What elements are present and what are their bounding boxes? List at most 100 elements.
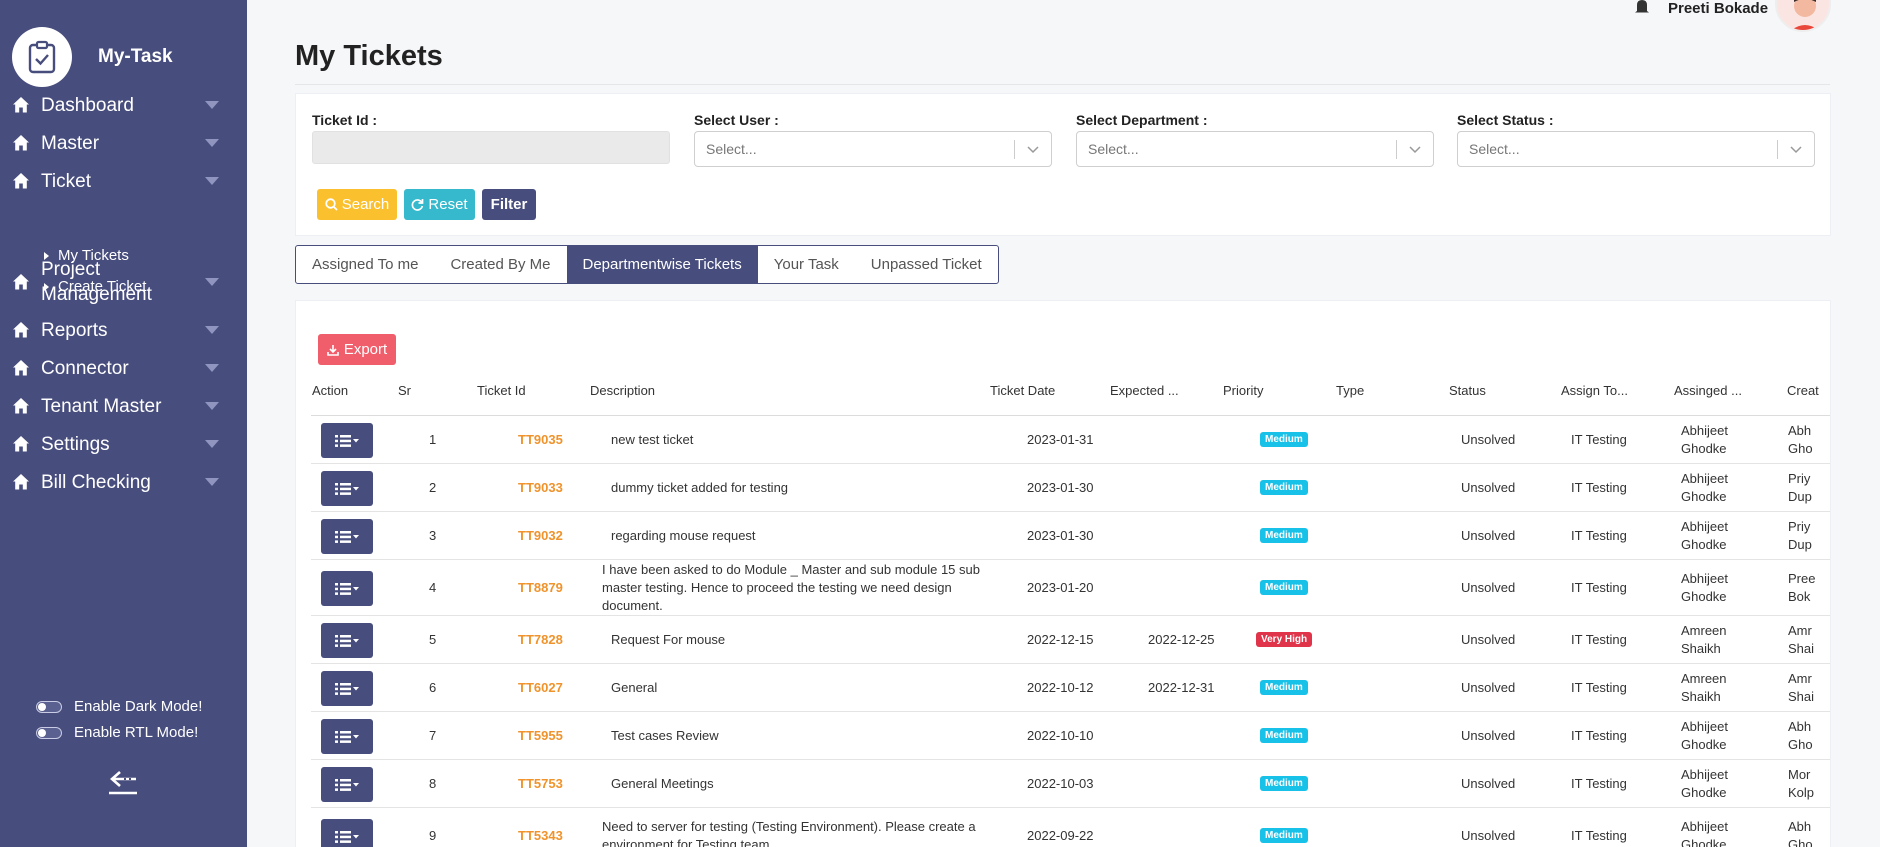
user-name[interactable]: Preeti Bokade <box>1668 0 1768 17</box>
column-header[interactable]: Type <box>1336 383 1364 398</box>
row-action-button[interactable] <box>321 471 373 506</box>
row-action-button[interactable] <box>321 623 373 658</box>
home-icon <box>13 97 29 113</box>
row-status: Unsolved <box>1461 632 1516 647</box>
home-icon <box>13 436 29 452</box>
status-select[interactable]: Select... <box>1457 131 1815 167</box>
column-header[interactable]: Ticket Id <box>477 383 526 398</box>
tab-created-by-me[interactable]: Created By Me <box>434 246 566 283</box>
ticket-id-link[interactable]: TT7828 <box>518 632 563 647</box>
column-header[interactable]: Creat <box>1787 383 1819 398</box>
search-button[interactable]: Search <box>317 189 397 220</box>
table-row: 9 TT5343 Need to server for testing (Testi… <box>311 808 1830 847</box>
clipboard-check-icon <box>12 27 72 87</box>
list-icon <box>335 730 359 743</box>
dark-mode-toggle[interactable] <box>36 700 62 713</box>
priority-badge: Very High <box>1256 632 1313 647</box>
sidebar-item-dashboard[interactable]: Dashboard <box>0 93 247 117</box>
sidebar-subitem-create-ticket[interactable]: Create Ticket <box>0 271 146 302</box>
column-header[interactable]: Expected ... <box>1110 383 1179 398</box>
collapse-sidebar-icon[interactable] <box>106 768 140 796</box>
avatar[interactable] <box>1775 0 1831 32</box>
export-button[interactable]: Export <box>318 334 396 365</box>
row-sr: 5 <box>429 632 437 647</box>
row-created-by: Amr Shai <box>1788 623 1815 656</box>
column-header[interactable]: Status <box>1449 383 1486 398</box>
row-description: I have been asked to do Module _ Master … <box>602 562 980 613</box>
filter-button[interactable]: Filter <box>482 189 536 220</box>
row-action-button[interactable] <box>321 571 373 606</box>
ticket-id-link[interactable]: TT6027 <box>518 680 563 695</box>
dark-mode-label: Enable Dark Mode! <box>74 698 203 715</box>
row-created-by: Priy Dup <box>1788 471 1812 504</box>
row-status: Unsolved <box>1461 680 1516 695</box>
reset-button-label: Reset <box>428 196 468 213</box>
rtl-mode-toggle[interactable] <box>36 726 62 739</box>
row-action-button[interactable] <box>321 819 373 847</box>
table-row: 1 TT9035 new test ticket 2023-01-31 Medium Un… <box>311 416 1830 464</box>
row-created-by: Priy Dup <box>1788 519 1812 552</box>
column-header[interactable]: Sr <box>398 383 411 398</box>
caret-down-icon <box>205 326 219 334</box>
row-action-button[interactable] <box>321 671 373 706</box>
home-icon <box>13 360 29 376</box>
sidebar-subitem-my-tickets[interactable]: My Tickets <box>0 240 129 271</box>
tab-assigned-to-me[interactable]: Assigned To me <box>296 246 434 283</box>
column-header[interactable]: Priority <box>1223 383 1263 398</box>
home-icon <box>13 322 29 338</box>
row-ticket-date: 2022-12-15 <box>1027 632 1094 647</box>
sidebar-item-ticket[interactable]: Ticket <box>0 169 247 193</box>
tab-departmentwise-tickets[interactable]: Departmentwise Tickets <box>566 246 758 283</box>
column-header[interactable]: Description <box>590 383 655 398</box>
row-assign-to: IT Testing <box>1571 776 1627 791</box>
ticket-tabs: Assigned To me Created By Me Departmentwis… <box>295 245 999 284</box>
ticket-id-link[interactable]: TT5955 <box>518 728 563 743</box>
row-assign-to: IT Testing <box>1571 528 1627 543</box>
column-header[interactable]: Ticket Date <box>990 383 1055 398</box>
sidebar-subitem-label: Create Ticket <box>58 278 147 295</box>
column-header[interactable]: Assign To... <box>1561 383 1628 398</box>
department-select[interactable]: Select... <box>1076 131 1434 167</box>
ticket-id-link[interactable]: TT9032 <box>518 528 563 543</box>
column-header[interactable]: Assinged ... <box>1674 383 1742 398</box>
sidebar-item-reports[interactable]: Reports <box>0 318 247 342</box>
row-action-button[interactable] <box>321 423 373 458</box>
dark-mode-toggle-row[interactable]: Enable Dark Mode! <box>36 698 202 715</box>
ticket-id-link[interactable]: TT5343 <box>518 828 563 843</box>
reset-button[interactable]: Reset <box>404 189 475 220</box>
sidebar-item-tenant-master[interactable]: Tenant Master <box>0 394 247 418</box>
ticket-id-link[interactable]: TT5753 <box>518 776 563 791</box>
sidebar-item-settings[interactable]: Settings <box>0 432 247 456</box>
row-description: new test ticket <box>611 432 694 447</box>
row-sr: 8 <box>429 776 437 791</box>
list-icon <box>335 434 359 447</box>
row-action-button[interactable] <box>321 767 373 802</box>
row-sr: 7 <box>429 728 437 743</box>
sidebar-item-master[interactable]: Master <box>0 131 247 155</box>
caret-down-icon <box>205 278 219 286</box>
title-divider <box>295 84 1830 85</box>
row-assign-to: IT Testing <box>1571 580 1627 595</box>
row-assigned-by: Amreen Shaikh <box>1681 623 1727 656</box>
row-description: Test cases Review <box>611 728 719 743</box>
ticket-id-input[interactable] <box>312 131 670 164</box>
bell-icon[interactable] <box>1634 0 1650 14</box>
priority-badge: Medium <box>1260 580 1308 595</box>
row-action-button[interactable] <box>321 519 373 554</box>
row-assigned-by: Abhijeet Ghodke <box>1681 423 1728 456</box>
ticket-id-link[interactable]: TT8879 <box>518 580 563 595</box>
ticket-id-link[interactable]: TT9035 <box>518 432 563 447</box>
row-assign-to: IT Testing <box>1571 480 1627 495</box>
row-sr: 3 <box>429 528 437 543</box>
rtl-mode-toggle-row[interactable]: Enable RTL Mode! <box>36 724 198 741</box>
sidebar-item-bill-checking[interactable]: Bill Checking <box>0 470 247 494</box>
tab-unpassed-ticket[interactable]: Unpassed Ticket <box>855 246 998 283</box>
sidebar-item-label: Connector <box>41 357 129 379</box>
row-action-button[interactable] <box>321 719 373 754</box>
tab-your-task[interactable]: Your Task <box>758 246 855 283</box>
column-header[interactable]: Action <box>312 383 348 398</box>
user-select[interactable]: Select... <box>694 131 1052 167</box>
sidebar-item-connector[interactable]: Connector <box>0 356 247 380</box>
ticket-id-link[interactable]: TT9033 <box>518 480 563 495</box>
home-icon <box>13 173 29 189</box>
